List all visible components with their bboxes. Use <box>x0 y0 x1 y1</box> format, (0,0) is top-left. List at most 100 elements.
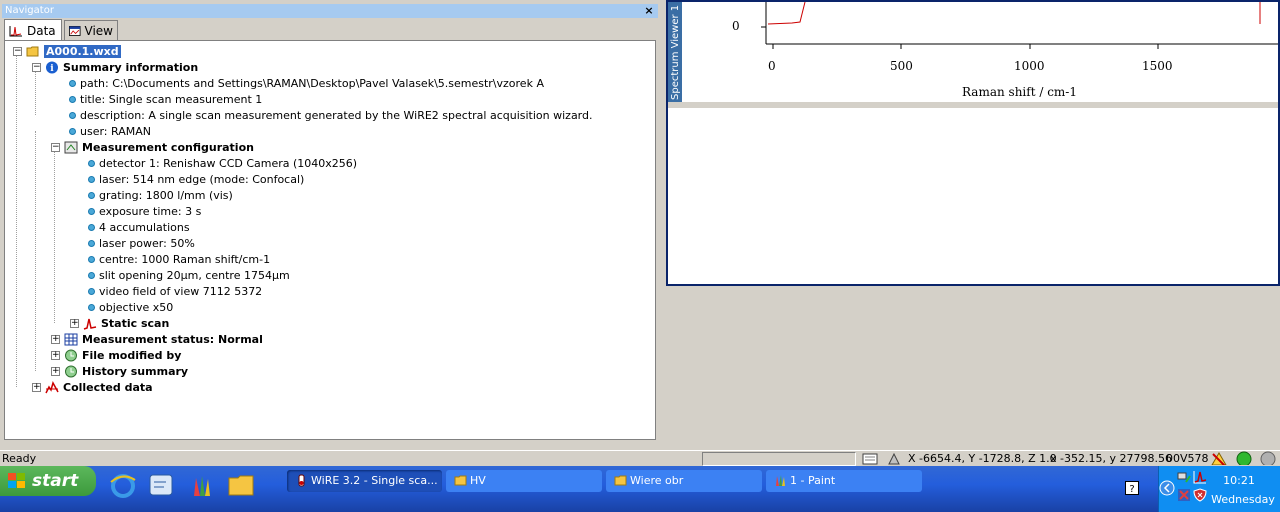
config-objective: objective x50 <box>99 300 174 314</box>
task-button-label: HV <box>470 474 486 487</box>
collapse-icon[interactable]: − <box>13 46 22 56</box>
tree-root[interactable]: − A000.1.wxd <box>13 43 121 59</box>
clock-time[interactable]: 10:21 <box>1211 474 1267 487</box>
bullet-icon <box>88 175 95 183</box>
status-grey-icon <box>1260 451 1276 465</box>
spectrum-icon <box>83 318 97 330</box>
folder-icon <box>454 475 467 486</box>
tree-history-summary[interactable]: + History summary <box>51 363 188 379</box>
tree-summary-information[interactable]: − i Summary information <box>32 59 198 75</box>
bullet-icon <box>88 223 95 231</box>
start-label: start <box>32 471 79 491</box>
summary-information-label: Summary information <box>63 60 199 74</box>
status-green-icon <box>1236 451 1252 465</box>
system-tray: 10:21 Wednesday <box>1158 466 1280 512</box>
tab-view-label: View <box>84 23 113 38</box>
clock-day: Wednesday <box>1211 493 1275 506</box>
shield-icon[interactable] <box>1193 488 1207 502</box>
expand-icon[interactable]: + <box>70 318 79 328</box>
tree-leaf[interactable]: 4 accumulations <box>88 219 190 235</box>
bullet-icon <box>88 191 95 199</box>
spectrum-viewer-label: Spectrum Viewer 1 <box>670 4 681 100</box>
tree-leaf[interactable]: centre: 1000 Raman shift/cm-1 <box>88 251 270 267</box>
config-centre: centre: 1000 Raman shift/cm-1 <box>99 252 271 266</box>
history-summary-label: History summary <box>82 364 189 378</box>
wire-application: Navigator × Data View − A000.1.wxd − i S… <box>0 0 1280 466</box>
bullet-icon <box>69 127 76 135</box>
security-alert-icon[interactable] <box>1177 488 1191 502</box>
wire-tray-icon[interactable] <box>1193 470 1207 484</box>
tree-collected-data[interactable]: + Collected data <box>32 379 153 395</box>
tab-view[interactable]: View <box>64 20 118 40</box>
close-icon[interactable]: × <box>642 5 656 17</box>
svg-text:i: i <box>50 64 54 74</box>
summary-title: title: Single scan measurement 1 <box>80 92 263 106</box>
tree-leaf[interactable]: title: Single scan measurement 1 <box>69 91 262 107</box>
tree-leaf[interactable]: video field of view 7112 5372 <box>88 283 262 299</box>
tree-leaf[interactable]: laser power: 50% <box>88 235 195 251</box>
task-button-wiere-obr[interactable]: Wiere obr <box>606 470 762 492</box>
history-icon <box>65 365 77 377</box>
windows-logo-icon <box>8 473 25 488</box>
bullet-icon <box>88 271 95 279</box>
bullet-icon <box>88 207 95 215</box>
tree-leaf[interactable]: laser: 514 nm edge (mode: Confocal) <box>88 171 304 187</box>
internet-explorer-icon[interactable] <box>108 470 138 500</box>
help-icon[interactable]: ? <box>1125 481 1139 495</box>
tree-leaf[interactable]: grating: 1800 l/mm (vis) <box>88 187 233 203</box>
paint-icon <box>776 475 785 486</box>
taskbar: start WiRE 3.2 - Single sca... HV Wiere … <box>0 466 1280 512</box>
folder-icon[interactable] <box>226 470 256 500</box>
expand-icon[interactable]: + <box>51 366 60 376</box>
measurement-configuration-label: Measurement configuration <box>82 140 254 154</box>
outlook-express-icon[interactable] <box>146 470 176 500</box>
config-laser: laser: 514 nm edge (mode: Confocal) <box>99 172 305 186</box>
tree-leaf[interactable]: description: A single scan measurement g… <box>69 107 593 123</box>
tab-data-label: Data <box>27 23 56 38</box>
tree-leaf[interactable]: exposure time: 3 s <box>88 203 201 219</box>
paint-icon[interactable] <box>186 470 216 500</box>
viewer-splitter[interactable] <box>668 102 1278 108</box>
summary-user: user: RAMAN <box>80 124 151 138</box>
expand-icon[interactable]: + <box>51 350 60 360</box>
expand-icon[interactable]: + <box>51 334 60 344</box>
history-icon <box>65 349 77 361</box>
tree-measurement-status[interactable]: + Measurement status: Normal <box>51 331 263 347</box>
stage-coordinates: X -6654.4, Y -1728.8, Z 1.0 <box>908 452 1057 465</box>
tree-leaf[interactable]: slit opening 20µm, centre 1754µm <box>88 267 290 283</box>
navigator-panel: Navigator × Data View − A000.1.wxd − i S… <box>0 0 660 450</box>
config-video-field: video field of view 7112 5372 <box>99 284 263 298</box>
network-icon[interactable] <box>1177 470 1191 484</box>
tree-file-modified[interactable]: + File modified by <box>51 347 181 363</box>
svg-text:?: ? <box>1129 484 1134 495</box>
task-button-paint[interactable]: 1 - Paint <box>766 470 922 492</box>
start-button[interactable]: start <box>0 466 96 496</box>
show-hidden-icons-icon[interactable] <box>1159 480 1175 496</box>
task-button-hv[interactable]: HV <box>446 470 602 492</box>
bullet-icon <box>88 287 95 295</box>
tab-data[interactable]: Data <box>4 19 62 41</box>
expand-icon[interactable]: + <box>32 382 41 392</box>
tree-static-scan[interactable]: + Static scan <box>70 315 169 331</box>
collected-data-icon <box>45 380 59 393</box>
data-tree: − A000.1.wxd − i Summary information pat… <box>4 40 656 440</box>
bullet-icon <box>88 239 95 247</box>
spectrum-icon <box>9 25 22 36</box>
spectrum-line <box>767 2 806 25</box>
tree-leaf[interactable]: path: C:\Documents and Settings\RAMAN\De… <box>69 75 544 91</box>
config-laser-power: laser power: 50% <box>99 236 195 250</box>
collapse-icon[interactable]: − <box>32 62 41 72</box>
tree-leaf[interactable]: objective x50 <box>88 299 173 315</box>
stage-icon <box>888 452 900 465</box>
tree-leaf[interactable]: user: RAMAN <box>69 123 151 139</box>
laser-off-icon[interactable] <box>1210 451 1228 465</box>
root-file-name: A000.1.wxd <box>44 44 121 58</box>
navigator-title: Navigator <box>2 4 658 18</box>
config-slit: slit opening 20µm, centre 1754µm <box>99 268 290 282</box>
tree-measurement-configuration[interactable]: − Measurement configuration <box>51 139 254 155</box>
tree-leaf[interactable]: detector 1: Renishaw CCD Camera (1040x25… <box>88 155 357 171</box>
collapse-icon[interactable]: − <box>51 142 60 152</box>
info-icon: i <box>46 61 58 74</box>
task-button-label: WiRE 3.2 - Single sca... <box>311 474 438 487</box>
task-button-wire[interactable]: WiRE 3.2 - Single sca... <box>287 470 442 492</box>
